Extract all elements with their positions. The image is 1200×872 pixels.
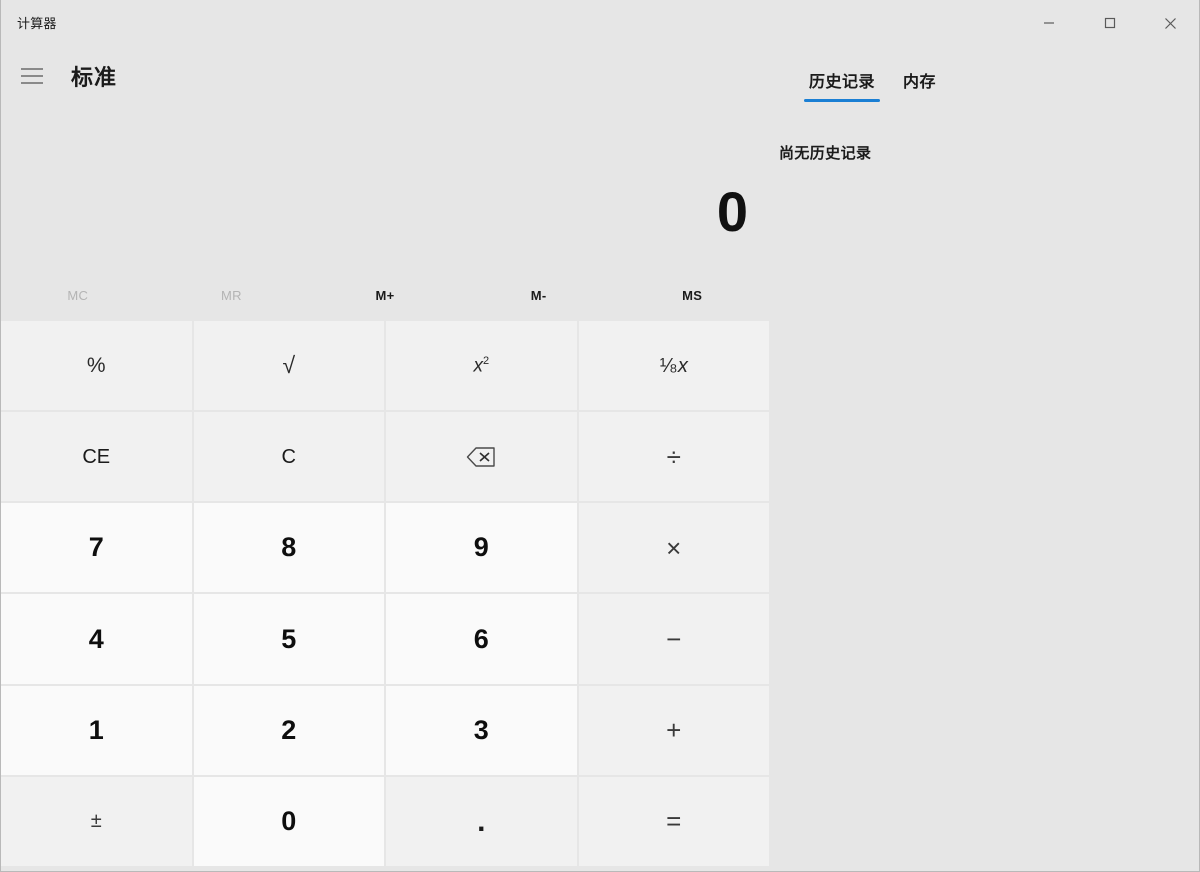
divide-key[interactable]: ÷ bbox=[578, 412, 769, 502]
digit-8-key[interactable]: 8 bbox=[193, 503, 384, 593]
tab-active-underline bbox=[804, 99, 881, 102]
window-controls bbox=[1018, 0, 1199, 46]
digit-5-label: 5 bbox=[281, 623, 297, 654]
memory-add-button[interactable]: M+ bbox=[308, 272, 462, 318]
digit-6-key[interactable]: 6 bbox=[386, 594, 577, 684]
tab-history[interactable]: 历史记录 bbox=[795, 64, 889, 104]
clear-key[interactable]: C bbox=[193, 412, 384, 502]
hamburger-menu-icon[interactable] bbox=[11, 56, 53, 96]
side-panel: 历史记录 内存 尚无历史记录 bbox=[769, 46, 1199, 870]
backspace-key[interactable] bbox=[386, 412, 577, 502]
hamburger-line bbox=[21, 75, 43, 77]
history-empty-message: 尚无历史记录 bbox=[779, 145, 872, 162]
tab-history-label: 历史记录 bbox=[809, 74, 876, 91]
clear-entry-key[interactable]: CE bbox=[1, 412, 192, 502]
reciprocal-label: ⅛ x bbox=[659, 354, 688, 377]
calculator-window: 计算器 标准 0 MC MR M+ M- MS % √ x2 ⅛ x CE C … bbox=[0, 0, 1200, 872]
window-title: 计算器 bbox=[17, 16, 57, 31]
square-label: x2 bbox=[473, 354, 490, 377]
minimize-button[interactable] bbox=[1018, 0, 1079, 46]
equals-label: = bbox=[666, 806, 682, 837]
tab-memory-label: 内存 bbox=[903, 74, 937, 91]
digit-7-label: 7 bbox=[88, 532, 104, 563]
memory-button-row: MC MR M+ M- MS bbox=[1, 272, 769, 318]
close-button[interactable] bbox=[1140, 0, 1199, 46]
hamburger-line bbox=[21, 68, 43, 70]
digit-2-key[interactable]: 2 bbox=[193, 685, 384, 775]
display-value: 0 bbox=[716, 180, 748, 243]
clear-entry-label: CE bbox=[82, 445, 111, 468]
backspace-icon bbox=[467, 447, 495, 467]
app-header: 标准 bbox=[1, 46, 769, 108]
memory-store-button[interactable]: MS bbox=[615, 272, 769, 318]
digit-0-label: 0 bbox=[281, 805, 297, 836]
digit-2-label: 2 bbox=[281, 714, 297, 745]
digit-1-label: 1 bbox=[88, 714, 104, 745]
subtract-key[interactable]: − bbox=[578, 594, 769, 684]
equals-key[interactable]: = bbox=[578, 776, 769, 866]
digit-9-key[interactable]: 9 bbox=[386, 503, 577, 593]
subtract-label: − bbox=[666, 624, 682, 655]
add-key[interactable]: + bbox=[578, 685, 769, 775]
hamburger-line bbox=[21, 82, 43, 84]
digit-6-label: 6 bbox=[473, 623, 489, 654]
digit-5-key[interactable]: 5 bbox=[193, 594, 384, 684]
memory-clear-button[interactable]: MC bbox=[1, 272, 155, 318]
memory-recall-button[interactable]: MR bbox=[155, 272, 309, 318]
negate-label: ± bbox=[90, 810, 102, 833]
decimal-point-label: . bbox=[477, 804, 486, 838]
keypad: % √ x2 ⅛ x CE C ÷ 7 8 9 × 4 5 6 − 1 2 3 … bbox=[1, 321, 769, 866]
square-key[interactable]: x2 bbox=[386, 321, 577, 411]
display-area: 0 bbox=[1, 108, 769, 268]
side-panel-tabs: 历史记录 内存 bbox=[795, 64, 950, 104]
digit-4-label: 4 bbox=[88, 623, 104, 654]
multiply-label: × bbox=[666, 532, 682, 563]
add-label: + bbox=[666, 715, 682, 746]
close-icon bbox=[1165, 17, 1176, 29]
multiply-key[interactable]: × bbox=[578, 503, 769, 593]
digit-0-key[interactable]: 0 bbox=[193, 776, 384, 866]
percent-key[interactable]: % bbox=[1, 321, 192, 411]
title-bar[interactable]: 计算器 bbox=[1, 0, 1199, 46]
calculator-mode-title: 标准 bbox=[71, 65, 118, 90]
digit-7-key[interactable]: 7 bbox=[1, 503, 192, 593]
digit-4-key[interactable]: 4 bbox=[1, 594, 192, 684]
decimal-point-key[interactable]: . bbox=[386, 776, 577, 866]
negate-key[interactable]: ± bbox=[1, 776, 192, 866]
maximize-icon bbox=[1104, 17, 1115, 29]
minimize-icon bbox=[1043, 22, 1054, 24]
reciprocal-key[interactable]: ⅛ x bbox=[578, 321, 769, 411]
digit-8-label: 8 bbox=[281, 532, 297, 563]
digit-1-key[interactable]: 1 bbox=[1, 685, 192, 775]
digit-9-label: 9 bbox=[473, 532, 489, 563]
percent-label: % bbox=[86, 354, 106, 378]
tab-memory[interactable]: 内存 bbox=[889, 64, 950, 104]
sqrt-key[interactable]: √ bbox=[193, 321, 384, 411]
clear-label: C bbox=[281, 445, 296, 468]
digit-3-key[interactable]: 3 bbox=[386, 685, 577, 775]
digit-3-label: 3 bbox=[473, 714, 489, 745]
maximize-button[interactable] bbox=[1079, 0, 1140, 46]
divide-label: ÷ bbox=[666, 441, 681, 472]
memory-subtract-button[interactable]: M- bbox=[462, 272, 616, 318]
sqrt-label: √ bbox=[282, 352, 296, 379]
